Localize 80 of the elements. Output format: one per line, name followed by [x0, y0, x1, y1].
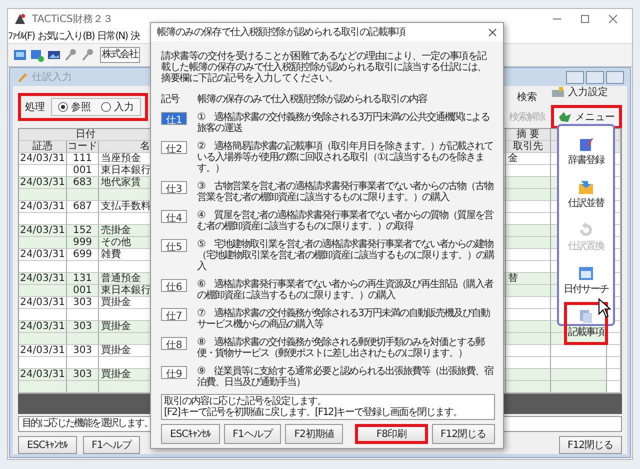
code-field[interactable]: 仕9 — [161, 366, 187, 379]
item-text: ⑦ 適格請求書の交付義務が免除される3万円未満の自動販売機及び自動サービス機からの商品の購入等 — [197, 308, 491, 330]
table-cell: 東日本銀行 — [99, 285, 153, 297]
mode-label: 処理 — [25, 101, 45, 114]
input-settings-link[interactable]: 入力設定 — [568, 85, 608, 99]
item-text: ⑨ 従業員等に支給する通常必要と認められる出張旅費等（出張旅費、宿泊費、日当及び通勤手当） — [197, 366, 494, 388]
table-cell: 24/03/31 — [19, 369, 67, 381]
column-header: 取引先 — [506, 141, 551, 153]
code-field[interactable]: 仕6 — [161, 279, 187, 292]
company-field[interactable]: 株式会社 — [100, 47, 140, 63]
item-text: ⑥ 適格請求書発行事業者でない者からの再生資源及び再生部品（購入者の棚卸資産に該当するものに限ります。）の購入 — [197, 279, 494, 301]
table-cell: 699 — [67, 249, 99, 261]
function-key-button[interactable]: F2初期値 — [285, 424, 343, 444]
table-cell: 24/03/31 — [19, 345, 67, 357]
radio-option[interactable]: 入力 — [101, 100, 134, 114]
code-field[interactable]: 仕1 — [161, 112, 187, 125]
help-text: 取引の内容に応じた記号を設定します。 [F2]キーで記号を初期値に戻します。[F12]キーで登録し画面を閉じます。 — [161, 394, 495, 420]
table-cell: 24/03/31 — [19, 321, 67, 333]
code-field[interactable]: 仕3 — [161, 181, 187, 194]
item-text: ① 適格請求書の交付義務が免除される3万円未満の公共交通機関による旅客の運送 — [197, 112, 490, 134]
function-key-button[interactable]: ESCｷｬﾝｾﾙ — [161, 424, 220, 444]
function-key-button[interactable]: F12閉じる — [558, 436, 622, 454]
table-cell: 303 — [67, 345, 99, 357]
table-cell: 152 — [67, 225, 99, 237]
menu-item[interactable]: ﾌｧｲﾙ(F) — [8, 30, 35, 42]
item-text: ⑧ 適格請求書の交付義務が免除される郵便切手類のみを対価とする郵便・貨物サービス（郵便ポストに差し出されたものに限ります。） — [197, 337, 486, 359]
table-cell: 買掛金 — [99, 321, 153, 333]
table-cell: 替 — [506, 273, 551, 285]
table-cell: 24/03/31 — [19, 297, 67, 309]
table-cell: 24/03/31 — [19, 201, 67, 213]
menu-panel-item[interactable]: 日付サーチ — [560, 259, 612, 302]
table-cell: 24/03/31 — [19, 249, 67, 261]
table-cell: 24/03/31 — [19, 225, 67, 237]
function-key-button[interactable]: F12閉じる — [432, 424, 495, 444]
table-cell: 24/03/31 — [19, 153, 67, 165]
table-cell: 687 — [67, 201, 99, 213]
menu-item[interactable]: お気に入り(B) — [38, 29, 94, 43]
table-cell: 24/03/31 — [19, 273, 67, 285]
table-cell: 303 — [67, 321, 99, 333]
code-field[interactable]: 仕4 — [161, 210, 187, 223]
item-text: ④ 質屋を営む者の適格請求書発行事業者でない者からの質物（質屋を営む者の棚卸資産に該当するものに限ります。）の取得 — [197, 210, 494, 232]
item-text: ⑤ 宅地建物取引業を営む者の適格請求書発行事業者でない者からの建物（宅地建物取引業を営む者の棚卸資産に該当するものに限ります。）の購入 — [197, 239, 495, 272]
code-field[interactable]: 仕2 — [161, 141, 187, 154]
column-header: 証憑 — [19, 141, 67, 153]
table-cell: 001 — [67, 285, 99, 297]
table-cell: 303 — [67, 297, 99, 309]
item-text: ② 適格簡易請求書の記載事項（取引年月日を除きます。）が記載されている入場券等が使用の際に回収される取引（①に該当するものを除きます。） — [197, 141, 494, 174]
table-cell: 999 — [67, 237, 99, 249]
table-cell: 131 — [67, 273, 99, 285]
table-cell: 683 — [67, 177, 99, 189]
radio-option[interactable]: 参照 — [58, 100, 91, 114]
column-header: 日付 — [19, 129, 153, 141]
table-cell: 111 — [67, 153, 99, 165]
function-key-button[interactable]: F1ヘルプ — [224, 424, 282, 444]
table-cell: 303 — [67, 369, 99, 381]
menu-item[interactable]: 日常(N) — [97, 29, 128, 43]
table-cell: 売掛金 — [99, 225, 153, 237]
menu-item[interactable]: 決 — [130, 29, 140, 43]
intro-text: 請求書等の交付を受けることが困難であるなどの理由により、一定の事項を記載した帳簿の保存のみで仕入税額控除が認められる取引に該当する仕訳には、摘要欄に下記の記号を入力してください。 — [161, 51, 488, 84]
function-key-button[interactable]: F8印刷 — [355, 424, 428, 444]
table-cell: 24/03/31 — [19, 177, 67, 189]
dialog-title: 帳簿のみの保存で仕入税額控除が認められる取引の記載事項 — [157, 26, 406, 39]
window-title: 仕訳入力 — [32, 70, 72, 84]
column-header: 帳簿の保存のみで仕入税額控除が認められる取引の内容 — [197, 92, 428, 106]
column-header: 名 — [99, 141, 153, 153]
code-field[interactable]: 仕8 — [161, 337, 187, 350]
column-header: コード — [67, 141, 99, 153]
menu-panel-item[interactable]: 仕訳並替 — [564, 173, 608, 216]
function-key-button[interactable]: ESCｷｬﾝｾﾙ — [18, 436, 77, 454]
table-cell: 買掛金 — [99, 369, 153, 381]
table-cell: 金 — [506, 153, 551, 165]
function-key-button[interactable]: F1ヘルプ — [82, 436, 140, 454]
window-title: TACTiCS財務２３ — [32, 12, 113, 26]
column-header: 記号 — [161, 92, 180, 106]
code-field[interactable]: 仕7 — [161, 308, 187, 321]
menu-panel-item[interactable]: 辞書登録 — [564, 130, 608, 173]
item-text: ③ 古物営業を営む者の適格請求書発行事業者でない者からの古物（古物営業を営む者の棚卸資産に該当するものに限ります。）の購入 — [197, 181, 494, 203]
table-cell: その他 — [99, 237, 153, 249]
search-link[interactable]: 検索 — [509, 90, 545, 104]
code-field[interactable]: 仕5 — [161, 239, 187, 252]
